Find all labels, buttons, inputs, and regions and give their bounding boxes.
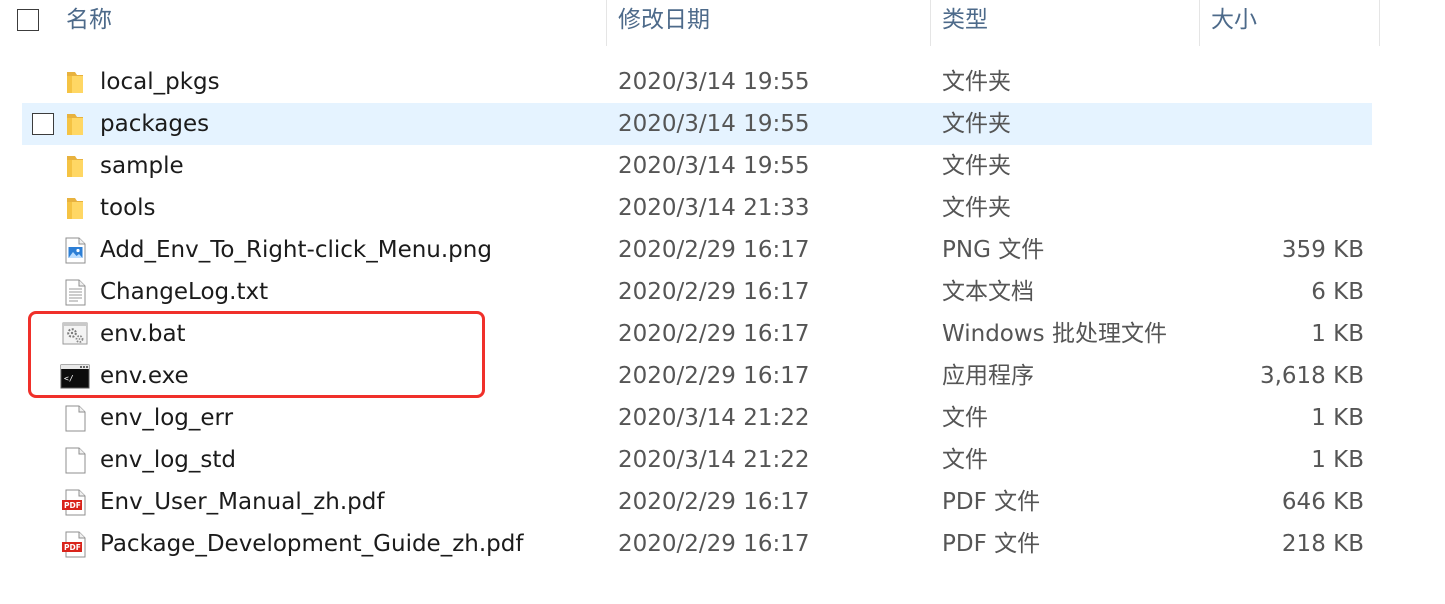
file-modified-date: 2020/2/29 16:17 — [618, 363, 810, 389]
file-modified-date: 2020/3/14 19:55 — [618, 153, 810, 179]
file-row[interactable]: local_pkgs 2020/3/14 19:55 文件夹 — [22, 61, 1372, 103]
file-size: 359 KB — [1281, 237, 1364, 263]
file-name: packages — [100, 111, 210, 137]
file-name: env_log_std — [100, 447, 237, 473]
pdf-file-icon: PDF — [60, 529, 90, 559]
file-type: 应用程序 — [942, 363, 1034, 389]
file-name: Env_User_Manual_zh.pdf — [100, 489, 385, 515]
folder-icon — [60, 151, 90, 181]
file-modified-date: 2020/3/14 21:22 — [618, 447, 810, 473]
file-name: tools — [100, 195, 156, 221]
file-modified-date: 2020/2/29 16:17 — [618, 237, 810, 263]
file-modified-date: 2020/3/14 19:55 — [618, 69, 810, 95]
column-divider[interactable] — [606, 0, 607, 46]
batch-file-icon — [60, 319, 90, 349]
file-type: PDF 文件 — [942, 489, 1041, 515]
file-size: 6 KB — [1311, 279, 1364, 305]
console-app-icon: </ — [60, 361, 90, 391]
file-name: sample — [100, 153, 184, 179]
file-row[interactable]: sample 2020/3/14 19:55 文件夹 — [22, 145, 1372, 187]
blank-file-icon — [60, 403, 90, 433]
file-name: ChangeLog.txt — [100, 279, 269, 305]
column-divider[interactable] — [1379, 0, 1380, 46]
file-size: 218 KB — [1281, 531, 1364, 557]
file-name: env_log_err — [100, 405, 234, 431]
file-row[interactable]: PDF Env_User_Manual_zh.pdf 2020/2/29 16:17… — [22, 481, 1372, 523]
file-modified-date: 2020/2/29 16:17 — [618, 279, 810, 305]
file-name: local_pkgs — [100, 69, 220, 95]
file-size: 1 KB — [1311, 405, 1364, 431]
file-type: Windows 批处理文件 — [942, 321, 1167, 347]
file-row[interactable]: packages 2020/3/14 19:55 文件夹 — [22, 103, 1372, 145]
column-header-name[interactable]: 名称 — [66, 0, 112, 46]
file-type: 文件 — [942, 447, 988, 473]
file-row[interactable]: env_log_err 2020/3/14 21:22 文件 1 KB — [22, 397, 1372, 439]
file-type: 文件夹 — [942, 195, 1011, 221]
file-row[interactable]: </ env.exe 2020/2/29 16:17 应用程序 3,618 KB — [22, 355, 1372, 397]
file-modified-date: 2020/2/29 16:17 — [618, 489, 810, 515]
column-header-date[interactable]: 修改日期 — [618, 0, 710, 46]
file-type: 文件夹 — [942, 153, 1011, 179]
file-size: 1 KB — [1311, 321, 1364, 347]
file-type: PDF 文件 — [942, 531, 1041, 557]
file-row[interactable]: tools 2020/3/14 21:33 文件夹 — [22, 187, 1372, 229]
file-modified-date: 2020/3/14 19:55 — [618, 111, 810, 137]
image-file-icon — [60, 235, 90, 265]
file-modified-date: 2020/3/14 21:22 — [618, 405, 810, 431]
file-row[interactable]: env_log_std 2020/3/14 21:22 文件 1 KB — [22, 439, 1372, 481]
pdf-file-icon: PDF — [60, 487, 90, 517]
text-file-icon — [60, 277, 90, 307]
file-size: 3,618 KB — [1259, 363, 1364, 389]
file-type: 文件 — [942, 405, 988, 431]
file-name: Add_Env_To_Right-click_Menu.png — [100, 237, 492, 263]
select-all-checkbox[interactable] — [17, 9, 39, 31]
svg-text:</: </ — [64, 374, 74, 383]
file-row[interactable]: PDF Package_Development_Guide_zh.pdf 2020/… — [22, 523, 1372, 565]
folder-icon — [60, 67, 90, 97]
file-type: 文本文档 — [942, 279, 1034, 305]
file-modified-date: 2020/2/29 16:17 — [618, 531, 810, 557]
file-modified-date: 2020/2/29 16:17 — [618, 321, 810, 347]
svg-text:PDF: PDF — [64, 543, 81, 552]
file-name: env.bat — [100, 321, 186, 347]
file-name: Package_Development_Guide_zh.pdf — [100, 531, 524, 557]
file-type: 文件夹 — [942, 111, 1011, 137]
blank-file-icon — [60, 445, 90, 475]
column-divider[interactable] — [1199, 0, 1200, 46]
file-type: 文件夹 — [942, 69, 1011, 95]
column-header-size[interactable]: 大小 — [1211, 0, 1257, 46]
file-row[interactable]: Add_Env_To_Right-click_Menu.png 2020/2/29… — [22, 229, 1372, 271]
file-row[interactable]: ChangeLog.txt 2020/2/29 16:17 文本文档 6 KB — [22, 271, 1372, 313]
folder-icon — [60, 109, 90, 139]
column-header-bar: 名称 修改日期 类型 大小 — [0, 0, 1445, 46]
file-size: 646 KB — [1281, 489, 1364, 515]
file-row[interactable]: env.bat 2020/2/29 16:17 Windows 批处理文件 1 KB — [22, 313, 1372, 355]
svg-text:PDF: PDF — [64, 501, 81, 510]
file-size: 1 KB — [1311, 447, 1364, 473]
file-type: PNG 文件 — [942, 237, 1045, 263]
file-modified-date: 2020/3/14 21:33 — [618, 195, 810, 221]
column-header-type[interactable]: 类型 — [942, 0, 988, 46]
column-divider[interactable] — [930, 0, 931, 46]
folder-icon — [60, 193, 90, 223]
file-name: env.exe — [100, 363, 189, 389]
row-checkbox[interactable] — [32, 113, 54, 135]
